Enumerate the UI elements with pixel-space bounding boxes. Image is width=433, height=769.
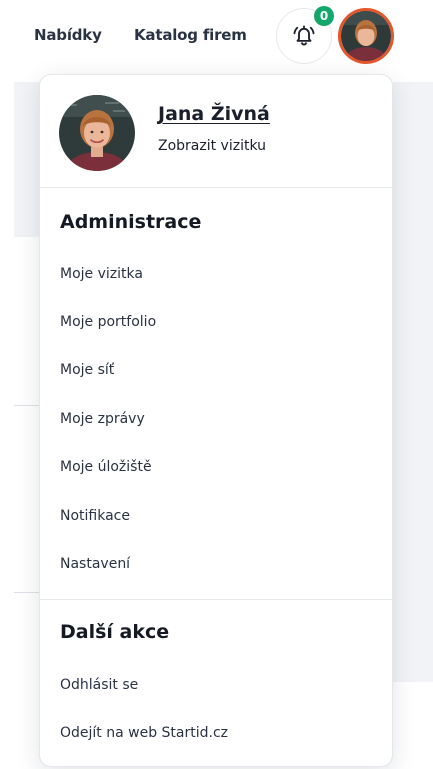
section-title-administration: Administrace: [60, 211, 202, 233]
menu-item-notifications[interactable]: Notifikace: [60, 508, 130, 524]
profile-photo: [59, 95, 135, 171]
nav-link-company-catalog[interactable]: Katalog firem: [134, 26, 247, 44]
nav-link-offers[interactable]: Nabídky: [34, 26, 102, 44]
menu-item-go-to-startid[interactable]: Odejít na web Startid.cz: [60, 725, 228, 741]
user-menu-dropdown: Jana Živná Zobrazit vizitku Administrace…: [39, 74, 393, 767]
section-divider: [40, 599, 392, 600]
menu-item-logout[interactable]: Odhlásit se: [60, 677, 138, 693]
background-panel: [393, 82, 433, 682]
menu-item-my-messages[interactable]: Moje zprávy: [60, 411, 145, 427]
profile-name-link[interactable]: Jana Živná: [158, 103, 270, 125]
menu-item-my-network[interactable]: Moje síť: [60, 362, 114, 378]
view-card-link[interactable]: Zobrazit vizitku: [158, 138, 266, 154]
top-navigation: Nabídky Katalog firem 0: [0, 0, 433, 72]
user-avatar-button[interactable]: [338, 8, 394, 64]
profile-header: Jana Živná Zobrazit vizitku: [40, 75, 392, 188]
menu-item-my-card[interactable]: Moje vizitka: [60, 266, 143, 282]
menu-item-my-storage[interactable]: Moje úložiště: [60, 459, 152, 475]
menu-item-my-portfolio[interactable]: Moje portfolio: [60, 314, 156, 330]
notification-count-badge: 0: [314, 6, 334, 26]
section-title-more-actions: Další akce: [60, 621, 170, 643]
avatar: [59, 95, 135, 171]
bell-icon: [293, 25, 315, 46]
avatar: [341, 11, 391, 61]
menu-item-settings[interactable]: Nastavení: [60, 556, 130, 572]
